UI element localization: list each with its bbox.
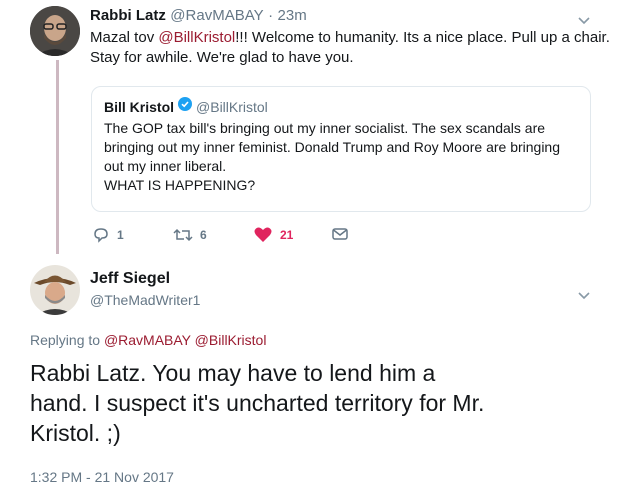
tweet2-text: Rabbi Latz. You may have to lend him a h… — [30, 358, 615, 448]
rabbi-latz-avatar[interactable] — [30, 6, 80, 56]
reply-icon — [92, 226, 110, 244]
reply-count: 1 — [117, 228, 124, 242]
like-button[interactable]: 21 — [254, 226, 293, 243]
tweet2-display-name[interactable]: Jeff Siegel — [90, 270, 200, 288]
quoted-line: The GOP tax bill's bringing out my inner… — [104, 120, 546, 136]
retweet-button[interactable]: 6 — [172, 226, 207, 244]
tweet2-text-line: Kristol. ;) — [30, 420, 121, 446]
tweet2-timestamp[interactable]: 1:32 PM - 21 Nov 2017 — [30, 469, 174, 485]
quoted-line: WHAT IS HAPPENING? — [104, 177, 256, 193]
tweet1-text: Mazal tov @BillKristol!!! Welcome to hum… — [90, 28, 610, 68]
tweet1-separator: · — [268, 7, 274, 24]
tweet2-author: Jeff Siegel @TheMadWriter1 — [90, 270, 200, 308]
tweet2-handle[interactable]: @TheMadWriter1 — [90, 292, 200, 308]
heart-icon — [254, 226, 272, 243]
quoted-handle: @BillKristol — [196, 98, 268, 115]
tweet2-text-line: Rabbi Latz. You may have to lend him a — [30, 360, 436, 386]
reply-mention-link[interactable]: @RavMABAY — [104, 332, 191, 348]
chevron-down-icon[interactable] — [578, 287, 590, 305]
quoted-header: Bill Kristol @BillKristol — [104, 97, 268, 116]
like-count: 21 — [280, 227, 294, 242]
reply-button[interactable]: 1 — [92, 226, 124, 244]
mention-link[interactable]: @BillKristol — [158, 29, 235, 46]
tweet1-text-prefix: Mazal tov — [90, 29, 159, 46]
tweet1-display-name[interactable]: Rabbi Latz — [90, 7, 166, 24]
tweet1-header: Rabbi Latz @RavMABAY · 23m — [90, 7, 307, 25]
retweet-icon — [172, 226, 194, 244]
direct-message-button[interactable] — [331, 226, 349, 242]
tweet2-text-line: hand. I suspect it's uncharted territory… — [30, 390, 485, 416]
direct-message-icon — [331, 226, 349, 242]
reply-mention-link[interactable]: @BillKristol — [195, 332, 267, 348]
jeff-siegel-avatar[interactable] — [30, 265, 80, 315]
tweet1-handle[interactable]: @RavMABAY — [170, 7, 263, 24]
replying-to: Replying to @RavMABAY @BillKristol — [30, 332, 266, 348]
tweet1-time[interactable]: 23m — [278, 7, 307, 24]
quoted-line: out my inner liberal. — [104, 158, 227, 174]
tweet1-text-rest: !!! Welcome to humanity. Its a nice plac… — [235, 29, 610, 46]
verified-badge-icon — [178, 97, 193, 116]
quoted-line: bringing out my inner feminist. Donald T… — [104, 139, 561, 155]
thread-connector-line — [56, 60, 59, 254]
retweet-count: 6 — [200, 228, 207, 242]
quoted-display-name: Bill Kristol — [104, 98, 175, 115]
tweet1-text-line2: Stay for awhile. We're glad to have you. — [90, 49, 354, 66]
replying-to-label: Replying to — [30, 332, 104, 348]
quoted-text: The GOP tax bill's bringing out my inner… — [104, 119, 584, 195]
